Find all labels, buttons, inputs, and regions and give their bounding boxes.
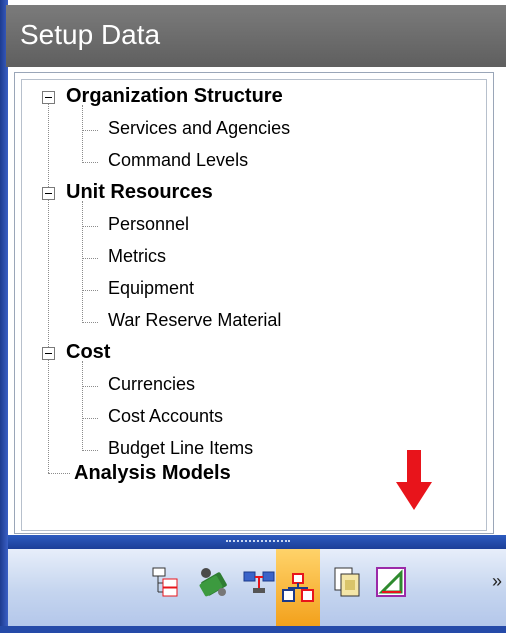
resources-button[interactable] xyxy=(196,561,230,603)
window-title: Setup Data xyxy=(20,19,161,50)
title-bar: Setup Data xyxy=(6,5,506,67)
tree-branch-line xyxy=(48,473,70,474)
resources-icon xyxy=(199,568,227,597)
red-down-arrow-icon xyxy=(396,450,432,510)
tree-structure-button[interactable] xyxy=(148,561,182,603)
tree-item-metrics[interactable]: Metrics xyxy=(108,246,166,267)
org-chart-icon xyxy=(282,572,314,602)
window-border-bottom xyxy=(0,626,506,633)
tree-node-label: Organization Structure xyxy=(66,85,283,107)
tree-branch-line xyxy=(82,418,98,419)
chart-triangle-icon xyxy=(376,567,406,597)
tree-item-command-levels[interactable]: Command Levels xyxy=(108,150,248,171)
tree-item-services-and-agencies[interactable]: Services and Agencies xyxy=(108,118,290,139)
network-computers-button[interactable] xyxy=(242,561,276,603)
tree-branch-line xyxy=(82,361,83,451)
window-border xyxy=(0,0,8,633)
collapse-toggle-icon[interactable] xyxy=(42,347,55,360)
tree-root-line xyxy=(48,98,49,473)
tree-node-label: Analysis Models xyxy=(74,462,231,484)
tree-branch-line xyxy=(82,258,98,259)
org-chart-button[interactable] xyxy=(276,549,320,626)
tree-structure-icon xyxy=(152,567,178,597)
tree-branch-line xyxy=(82,162,98,163)
tree-item-war-reserve-material[interactable]: War Reserve Material xyxy=(108,310,281,331)
documents-icon xyxy=(334,567,360,597)
tree-branch-line xyxy=(82,450,98,451)
setup-data-window: Setup Data Organization Structure Servic… xyxy=(0,0,506,633)
tree-branch-line xyxy=(82,386,98,387)
tree-branch-line xyxy=(82,105,83,163)
tree-branch-line xyxy=(82,201,83,323)
documents-button[interactable] xyxy=(332,561,366,603)
tree-item-budget-line-items[interactable]: Budget Line Items xyxy=(108,438,253,459)
tree-item-equipment[interactable]: Equipment xyxy=(108,278,194,299)
network-computers-icon xyxy=(243,571,275,593)
tree-branch-line xyxy=(82,130,98,131)
tree-node-label: Cost xyxy=(66,341,111,363)
tree-branch-line xyxy=(82,322,98,323)
navigation-toolbar: » xyxy=(8,549,506,626)
tree-branch-line xyxy=(82,226,98,227)
tree-item-cost-accounts[interactable]: Cost Accounts xyxy=(108,406,223,427)
collapse-toggle-icon[interactable] xyxy=(42,187,55,200)
splitter-bar[interactable] xyxy=(8,535,506,549)
tree-node-label: Unit Resources xyxy=(66,181,213,203)
collapse-toggle-icon[interactable] xyxy=(42,91,55,104)
tree-branch-line xyxy=(82,290,98,291)
splitter-grip[interactable] xyxy=(226,540,290,545)
tree-item-currencies[interactable]: Currencies xyxy=(108,374,195,395)
toolbar-overflow-chevron-icon[interactable]: » xyxy=(492,571,502,592)
chart-triangle-button[interactable] xyxy=(374,561,408,603)
tree-item-personnel[interactable]: Personnel xyxy=(108,214,189,235)
